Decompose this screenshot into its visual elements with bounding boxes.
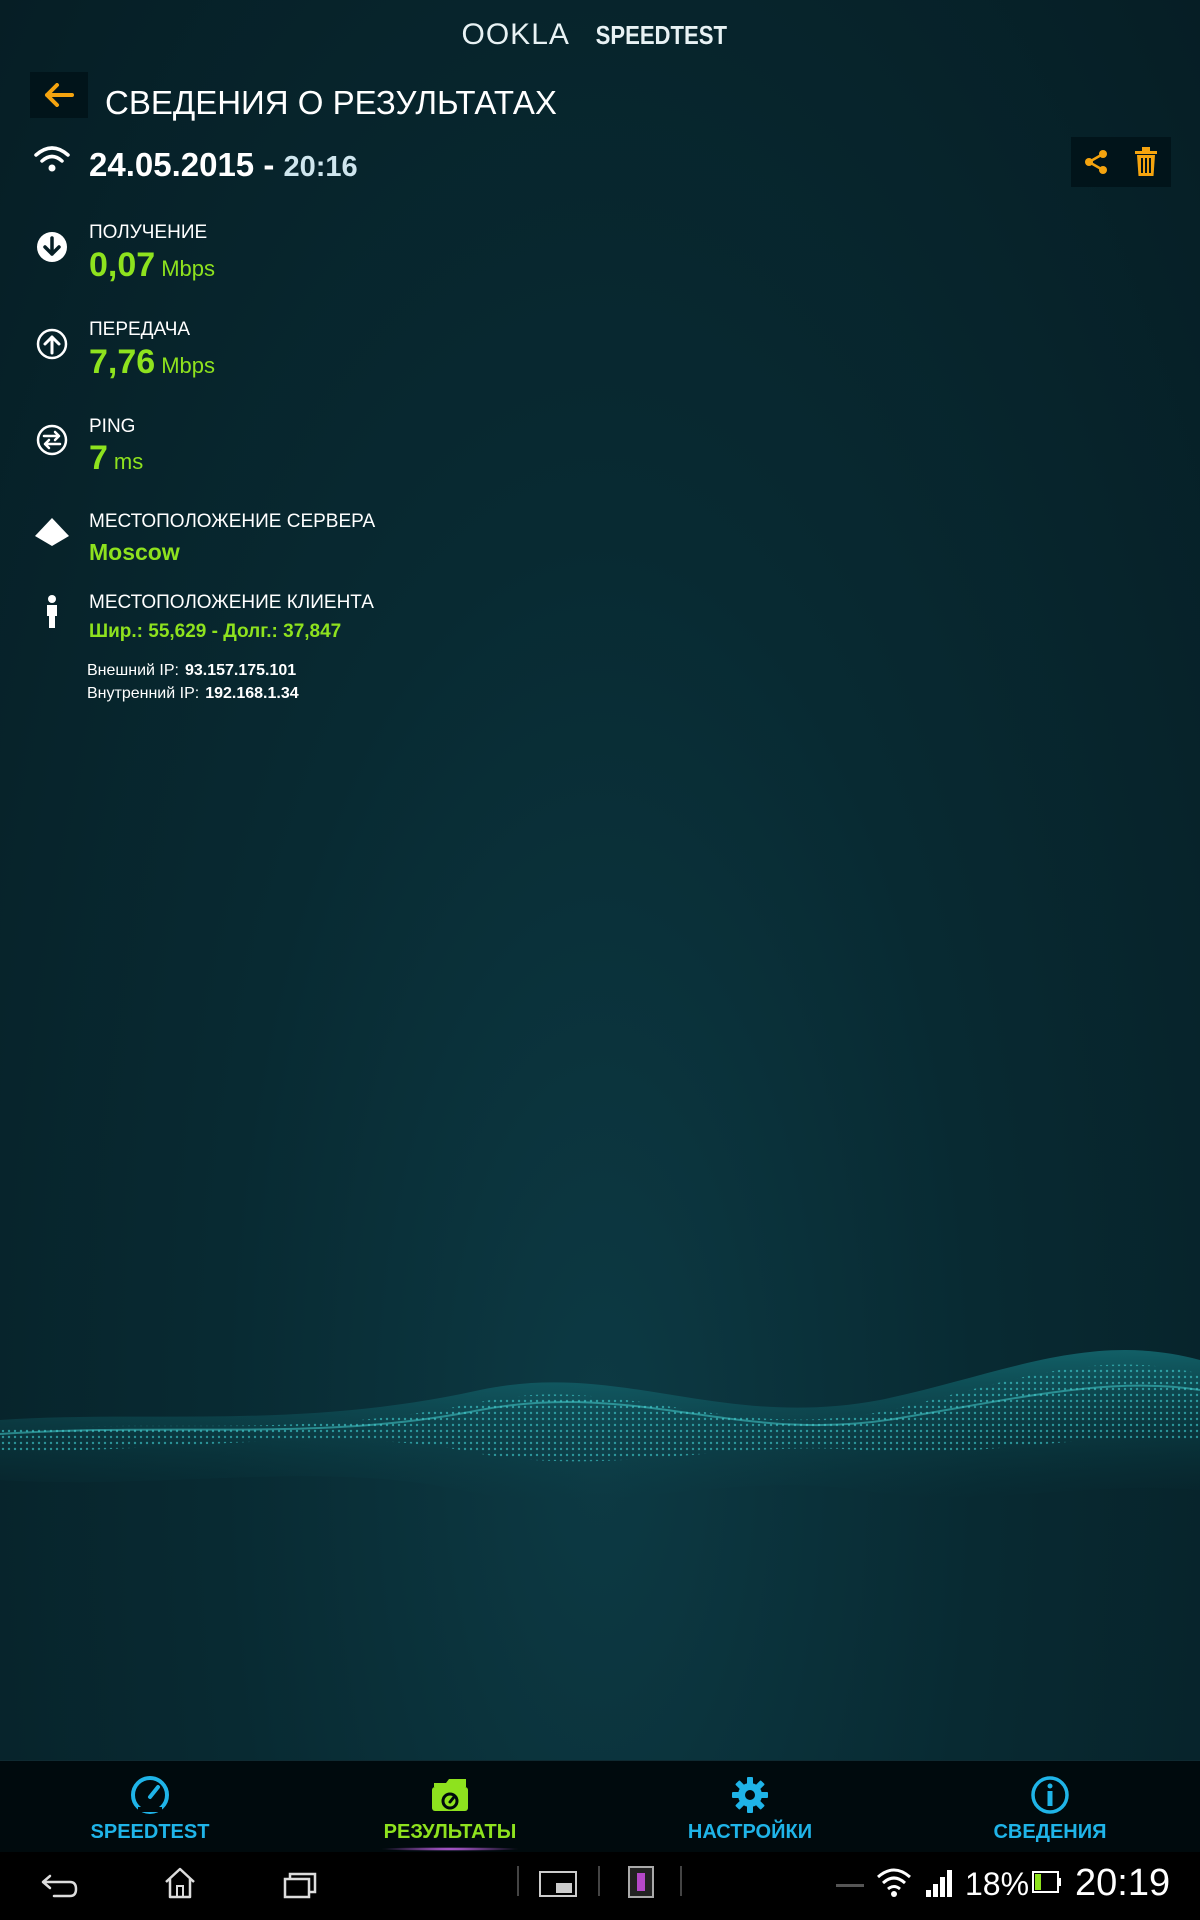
signal-icon: [926, 1870, 952, 1897]
active-tab-indicator: [380, 1847, 520, 1851]
battery-percent: 18%: [965, 1866, 1030, 1902]
delete-button[interactable]: [1121, 137, 1171, 187]
upload-speed: 7,76: [89, 343, 156, 381]
divider: [598, 1866, 600, 1896]
wifi-status-icon: [877, 1868, 911, 1897]
trash-icon: [1135, 147, 1157, 176]
logo-ookla-text: OOKLA: [461, 18, 570, 51]
server-location-label: МЕСТОПОЛОЖЕНИЕ СЕРВЕРА: [89, 511, 376, 532]
nav-results[interactable]: РЕЗУЛЬТАТЫ: [300, 1761, 600, 1853]
test-date: 24.05.2015 -: [89, 146, 275, 183]
speedometer-icon: [131, 1776, 169, 1814]
ping-unit: ms: [113, 449, 144, 474]
ping-ms: 7: [89, 439, 108, 477]
download-icon: [32, 227, 72, 267]
nav-speedtest-label: SPEEDTEST: [90, 1821, 210, 1843]
nav-results-label: РЕЗУЛЬТАТЫ: [383, 1821, 517, 1843]
notification-dash: [836, 1884, 864, 1887]
app-shortcut-icon[interactable]: [628, 1866, 654, 1898]
client-person-icon: [32, 592, 72, 632]
bottom-navigation: SPEEDTEST РЕЗУЛЬТАТЫ НАСТРОЙКИ СВЕДЕНИЯ: [0, 1760, 1200, 1852]
external-ip-row: Внешний IP: 93.157.175.101: [87, 662, 296, 680]
server-location-value: Moscow: [89, 539, 180, 565]
internal-ip-label: Внутренний IP:: [87, 685, 200, 702]
internal-ip-row: Внутренний IP: 192.168.1.34: [87, 685, 299, 703]
client-coordinates: Шир.: 55,629 - Долг.: 37,847: [89, 621, 342, 642]
share-button[interactable]: [1071, 137, 1121, 187]
nav-info[interactable]: СВЕДЕНИЯ: [900, 1761, 1200, 1853]
server-location-icon: [32, 512, 72, 552]
download-label: ПОЛУЧЕНИЕ: [89, 222, 208, 243]
arrow-left-icon: [45, 83, 74, 107]
logo-speedtest-text: SPEEDTEST: [595, 20, 727, 50]
test-datetime: 24.05.2015 - 20:16: [89, 146, 358, 184]
recent-apps-icon[interactable]: [282, 1870, 318, 1900]
upload-unit: Mbps: [161, 353, 215, 378]
status-clock: 20:19: [1075, 1862, 1171, 1904]
battery-icon: [1032, 1871, 1061, 1893]
gear-icon: [732, 1777, 768, 1813]
ping-value: 7 ms: [89, 439, 143, 478]
nav-speedtest[interactable]: SPEEDTEST: [0, 1761, 300, 1853]
upload-icon: [32, 324, 72, 364]
nav-settings[interactable]: НАСТРОЙКИ: [600, 1761, 900, 1853]
ping-icon: [32, 420, 72, 460]
test-time: 20:16: [283, 151, 358, 183]
divider: [517, 1866, 519, 1896]
download-value: 0,07 Mbps: [89, 246, 215, 285]
external-ip-label: Внешний IP:: [87, 662, 179, 679]
nav-info-label: СВЕДЕНИЯ: [993, 1821, 1107, 1843]
external-ip-value: 93.157.175.101: [184, 662, 297, 679]
system-navigation-bar: 18% 20:19: [0, 1852, 1200, 1920]
divider: [680, 1866, 682, 1896]
results-folder-icon: [432, 1779, 468, 1811]
wifi-icon: [32, 140, 72, 180]
ping-label: PING: [89, 416, 136, 437]
back-button[interactable]: [30, 72, 88, 118]
ookla-speedtest-logo: OOKLA SPEEDTEST: [0, 18, 1200, 62]
home-nav-icon[interactable]: [162, 1866, 198, 1900]
nav-settings-label: НАСТРОЙКИ: [687, 1821, 813, 1843]
download-unit: Mbps: [161, 256, 215, 281]
upload-value: 7,76 Mbps: [89, 343, 215, 382]
app-screen: OOKLA SPEEDTEST СВЕДЕНИЯ О РЕЗУЛЬТАТАХ 2…: [0, 0, 1200, 1760]
share-icon: [1085, 150, 1107, 174]
back-nav-icon[interactable]: [40, 1870, 80, 1902]
client-location-label: МЕСТОПОЛОЖЕНИЕ КЛИЕНТА: [89, 592, 374, 613]
info-icon: [1031, 1776, 1069, 1814]
small-apps-icon[interactable]: [538, 1870, 578, 1898]
internal-ip-value: 192.168.1.34: [205, 685, 299, 702]
download-speed: 0,07: [89, 246, 156, 284]
upload-label: ПЕРЕДАЧА: [89, 319, 191, 340]
wave-background: [0, 1350, 1200, 1500]
page-title: СВЕДЕНИЯ О РЕЗУЛЬТАТАХ: [105, 84, 557, 121]
